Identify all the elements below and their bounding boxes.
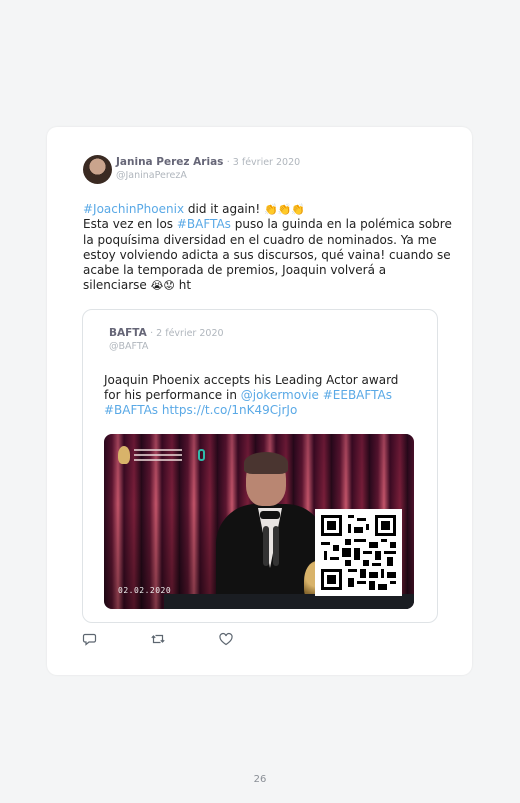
microphone-icon: [263, 526, 269, 566]
tweet-text-segment: did it again!: [184, 202, 264, 216]
display-name[interactable]: Janina Perez Arias: [116, 156, 223, 168]
user-handle[interactable]: @JaninaPerezA: [116, 170, 187, 181]
url-link[interactable]: https://t.co/1nK49CjrJo: [162, 403, 297, 417]
heart-icon[interactable]: [218, 631, 234, 647]
tweet-actions: [82, 631, 282, 647]
video-date: 02.02.2020: [118, 586, 172, 595]
reply-icon[interactable]: [82, 631, 98, 647]
quoted-display-name[interactable]: BAFTA: [109, 327, 147, 339]
tweet-text: #JoachinPhoenix did it again! 👏👏👏 Esta v…: [83, 202, 453, 294]
clap-emoji: 👏👏👏: [264, 203, 306, 216]
retweet-icon[interactable]: [150, 631, 166, 647]
tweet-text-segment: Esta vez en los: [83, 217, 177, 232]
crying-emoji: 😭😟: [150, 279, 175, 293]
bafta-wordmark: [134, 449, 182, 451]
reply-icon-graphic: [82, 633, 97, 646]
avatar[interactable]: [83, 155, 112, 184]
tweet-card: Janina Perez Arias · 3 février 2020 @Jan…: [47, 127, 472, 675]
speaker-figure: [216, 452, 330, 609]
quoted-tweet[interactable]: BAFTA · 2 février 2020 @BAFTA Joaquin Ph…: [82, 309, 438, 623]
page-number: 26: [253, 774, 267, 785]
bafta-mask-icon: [118, 446, 130, 464]
tweet-date[interactable]: 3 février 2020: [233, 157, 300, 168]
bow-tie: [260, 511, 280, 519]
hashtag-link[interactable]: #BAFTAs: [177, 217, 231, 231]
quoted-handle[interactable]: @BAFTA: [109, 341, 148, 352]
tweet-header: Janina Perez Arias · 3 février 2020: [116, 156, 300, 168]
hashtag-link[interactable]: #EEBAFTAs: [323, 388, 392, 402]
retweet-icon-graphic: [151, 634, 165, 644]
ee-logo-icon: [198, 449, 205, 461]
mention-link[interactable]: @jokermovie: [241, 388, 319, 402]
hair: [244, 452, 288, 474]
heart-icon-graphic: [219, 632, 233, 646]
bafta-logo: [118, 446, 205, 466]
hashtag-link[interactable]: #JoachinPhoenix: [83, 202, 184, 216]
hashtag-link[interactable]: #BAFTAs: [104, 403, 158, 417]
qr-code[interactable]: [315, 509, 402, 596]
microphone-icon: [273, 526, 279, 566]
podium: [164, 594, 414, 609]
quoted-header: BAFTA · 2 février 2020: [109, 327, 224, 339]
video-thumbnail[interactable]: 02.02.2020: [104, 434, 414, 609]
quoted-date[interactable]: 2 février 2020: [156, 328, 223, 339]
tweet-text-segment: ht: [174, 278, 192, 293]
quoted-text: Joaquin Phoenix accepts his Leading Acto…: [104, 373, 414, 419]
qr-code-graphic: [315, 509, 402, 596]
